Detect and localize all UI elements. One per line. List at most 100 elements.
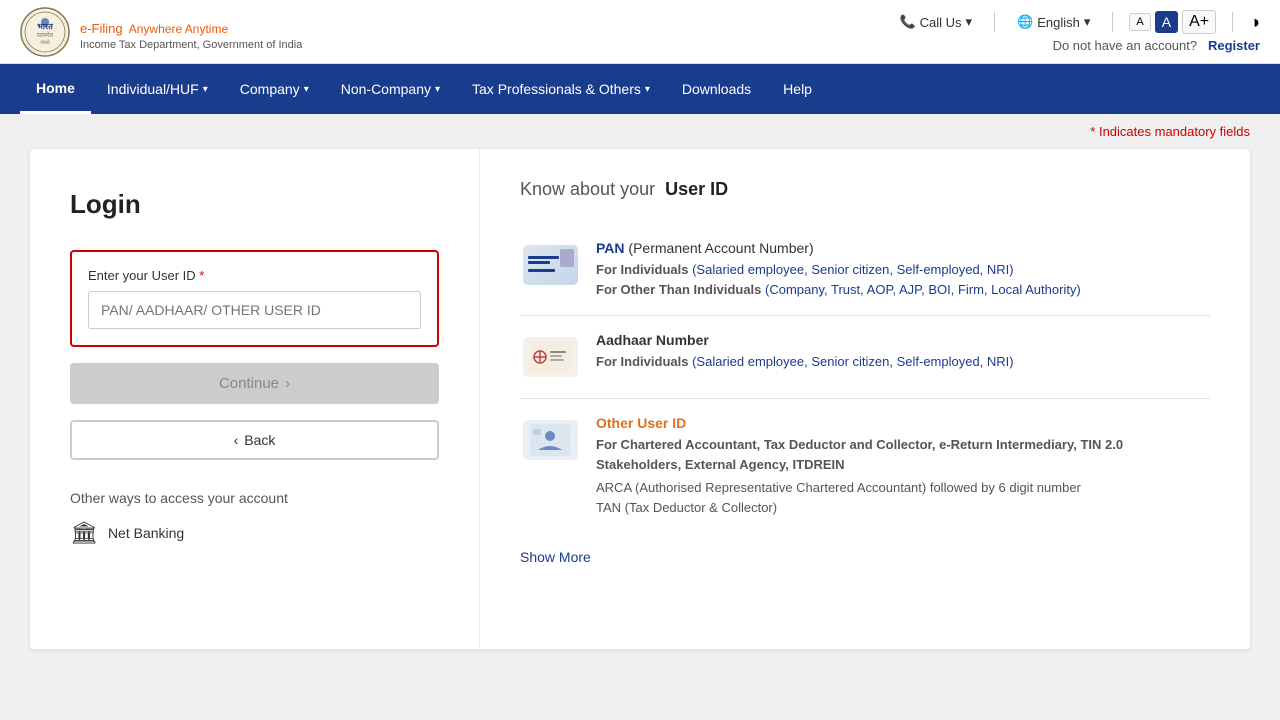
phone-icon: 📞 [899,14,915,30]
know-title: Know about your User ID [520,179,1210,200]
other-id-card-icon [523,420,578,460]
pan-line1 [528,256,560,259]
pan-for-individuals: For Individuals (Salaried employee, Seni… [596,260,1210,280]
nav-home-label: Home [36,80,75,96]
call-dropdown-icon: ▾ [966,14,973,30]
nav-company-label: Company [240,81,300,97]
top-bar: भारत सत्यमेव जयते e-Filing Anywhere Anyt… [0,0,1280,64]
nav-item-individual[interactable]: Individual/HUF ▾ [91,64,224,114]
continue-label: Continue [219,375,279,392]
other-id-line1: For Chartered Accountant, Tax Deductor a… [596,435,1210,474]
logo-subtitle: Income Tax Department, Government of Ind… [80,39,302,51]
user-id-label-text: Enter your User ID [88,268,196,283]
top-right-links: Do not have an account? Register [1053,38,1260,53]
aadhaar-svg [530,341,570,373]
svg-text:जयते: जयते [40,39,50,46]
font-medium-button[interactable]: A [1155,11,1178,33]
pan-info-content: PAN (Permanent Account Number) For Indiv… [596,240,1210,299]
nav-downloads-label: Downloads [682,81,751,97]
lang-dropdown-icon: ▾ [1084,14,1091,30]
aadhaar-heading: Aadhaar Number [596,332,1210,348]
back-button[interactable]: ‹ Back [70,420,439,460]
other-id-icon-wrap [520,415,580,465]
nav-item-noncompany[interactable]: Non-Company ▾ [325,64,456,114]
divider [994,12,995,32]
other-id-svg [530,424,570,456]
right-panel: Know about your User ID PAN (Permanent A… [480,149,1250,649]
font-small-button[interactable]: A [1129,13,1150,31]
register-link[interactable]: Register [1208,38,1260,53]
aadhaar-individuals-label: For Individuals [596,354,688,369]
other-id-tan-text: TAN (Tax Deductor & Collector) [596,500,777,515]
call-us-button[interactable]: 📞 Call Us ▾ [893,12,978,32]
net-banking-item[interactable]: 🏛 Net Banking [70,520,439,546]
mandatory-note-text: * Indicates mandatory fields [1090,124,1250,139]
company-arrow-icon: ▾ [304,84,309,95]
nav-noncompany-label: Non-Company [341,81,431,97]
aadhaar-individuals-text: (Salaried employee, Senior citizen, Self… [692,354,1014,369]
logo-efiling: e-Filing Anywhere Anytime [80,13,302,39]
pan-others-text: (Company, Trust, AOP, AJP, BOI, Firm, Lo… [765,282,1081,297]
show-more-link[interactable]: Show More [520,549,591,565]
left-panel: Login Enter your User ID * Continue › ‹ … [30,149,480,649]
contrast-button[interactable]: ◑ [1249,12,1260,33]
language-label: English [1037,15,1080,30]
efiling-brand: e-Filing [80,21,123,36]
pan-for-others: For Other Than Individuals (Company, Tru… [596,280,1210,300]
aadhaar-for-individuals: For Individuals (Salaried employee, Seni… [596,352,1210,372]
required-asterisk: * [199,268,204,283]
other-id-info-item: Other User ID For Chartered Accountant, … [520,399,1210,533]
nav-item-company[interactable]: Company ▾ [224,64,325,114]
aadhaar-info-content: Aadhaar Number For Individuals (Salaried… [596,332,1210,382]
nav-item-downloads[interactable]: Downloads [666,64,767,114]
pan-heading-label: PAN [596,240,625,256]
user-id-input[interactable] [88,291,421,329]
other-id-info-content: Other User ID For Chartered Accountant, … [596,415,1210,517]
other-ways-title: Other ways to access your account [70,490,439,506]
pan-heading-full: (Permanent Account Number) [628,240,813,256]
logo-tagline: Anywhere Anytime [129,22,228,36]
svg-text:सत्यमेव: सत्यमेव [37,31,54,39]
user-id-field-label: Enter your User ID * [88,268,421,283]
pan-line3 [528,269,555,272]
nav-item-taxprof[interactable]: Tax Professionals & Others ▾ [456,64,666,114]
divider2 [1112,12,1113,32]
other-ways-section: Other ways to access your account 🏛 Net … [70,490,439,546]
other-id-heading: Other User ID [596,415,1210,431]
globe-icon: 🌐 [1017,14,1033,30]
pan-line2 [528,261,551,264]
nav-taxprof-label: Tax Professionals & Others [472,81,641,97]
login-title: Login [70,189,439,220]
pan-heading: PAN (Permanent Account Number) [596,240,1210,256]
noncompany-arrow-icon: ▾ [435,84,440,95]
net-banking-label: Net Banking [108,525,184,541]
aadhaar-icon-wrap [520,332,580,382]
other-id-line2: ARCA (Authorised Representative Chartere… [596,478,1210,498]
aadhaar-card-icon [523,337,578,377]
continue-button[interactable]: Continue › [70,363,439,404]
nav-help-label: Help [783,81,812,97]
pan-icon-wrap [520,240,580,290]
navbar: Home Individual/HUF ▾ Company ▾ Non-Comp… [0,64,1280,114]
pan-card-icon [523,245,578,285]
mandatory-note: * Indicates mandatory fields [0,114,1280,149]
nav-item-home[interactable]: Home [20,64,91,114]
back-chevron-icon: ‹ [234,432,239,448]
bank-icon: 🏛 [70,520,98,546]
font-controls: A A A+ [1129,10,1216,34]
divider3 [1232,12,1233,32]
font-large-button[interactable]: A+ [1182,10,1216,34]
other-id-line3: TAN (Tax Deductor & Collector) [596,498,1210,518]
call-us-label: Call Us [920,15,962,30]
back-label: Back [244,432,275,448]
main-container: Login Enter your User ID * Continue › ‹ … [30,149,1250,649]
know-title-highlight: User ID [665,179,728,199]
other-id-line1-text: For Chartered Accountant, Tax Deductor a… [596,437,1123,472]
logo-text: e-Filing Anywhere Anytime Income Tax Dep… [80,13,302,51]
language-button[interactable]: 🌐 English ▾ [1011,12,1096,32]
user-id-box: Enter your User ID * [70,250,439,347]
logo-area: भारत सत्यमेव जयते e-Filing Anywhere Anyt… [20,7,302,57]
nav-item-help[interactable]: Help [767,64,828,114]
pan-photo [560,249,574,267]
continue-arrow-icon: › [285,375,290,392]
